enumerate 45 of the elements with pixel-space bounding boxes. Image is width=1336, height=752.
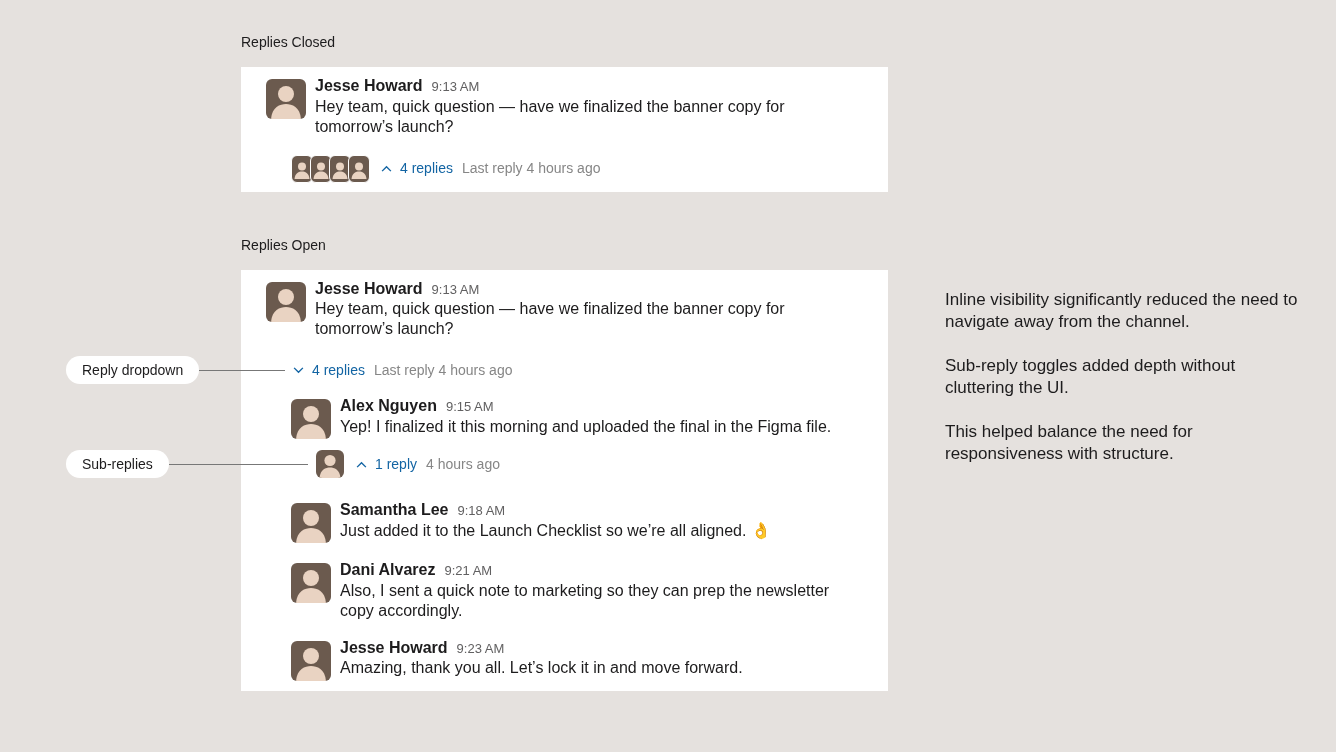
timestamp: 9:21 AM bbox=[444, 562, 493, 580]
last-reply-text: 4 hours ago bbox=[426, 454, 500, 474]
avatar bbox=[291, 640, 331, 681]
callout-label: Sub-replies bbox=[66, 450, 169, 478]
avatar bbox=[329, 154, 351, 183]
message-text: Yep! I finalized it this morning and uploaded the final in the Figma file. bbox=[340, 416, 832, 437]
note-text: Sub-reply toggles added depth without cluttering the UI. bbox=[945, 355, 1237, 399]
timestamp: 9:15 AM bbox=[445, 398, 494, 416]
chevron-up-icon bbox=[381, 165, 392, 172]
avatar bbox=[291, 563, 331, 603]
author-name: Samantha Lee bbox=[340, 500, 449, 520]
message-text: Also, I sent a quick note to marketing so they can prep the newsletter copy accordingly. bbox=[340, 580, 831, 621]
avatar bbox=[316, 450, 344, 478]
avatar bbox=[291, 399, 331, 439]
message-text: Amazing, thank you all. Let’s lock it in and move forward. bbox=[340, 658, 743, 678]
message-text: Just added it to the Launch Checklist so we’re all aligned. 👌 bbox=[340, 520, 771, 541]
timestamp: 9:13 AM bbox=[431, 78, 480, 96]
last-reply-text: Last reply 4 hours ago bbox=[373, 360, 513, 380]
avatar bbox=[291, 503, 331, 543]
avatar bbox=[291, 154, 313, 183]
chevron-up-icon bbox=[356, 460, 367, 468]
timestamp: 9:23 AM bbox=[456, 639, 505, 658]
avatar bbox=[310, 154, 332, 183]
avatar bbox=[266, 79, 306, 119]
author-name: Dani Alvarez bbox=[340, 560, 436, 580]
avatar bbox=[348, 154, 370, 183]
author-name: Jesse Howard bbox=[315, 76, 423, 96]
message-text: Hey team, quick question — have we finalized the banner copy for tomorrow’s launch? bbox=[315, 299, 786, 339]
note-text: Inline visibility significantly reduced the need to navigate away from the channel. bbox=[945, 289, 1299, 333]
author-name: Jesse Howard bbox=[315, 278, 423, 299]
message-text: Hey team, quick question — have we finalized the banner copy for tomorrow’s launch? bbox=[315, 96, 786, 137]
timestamp: 9:13 AM bbox=[431, 280, 480, 299]
note-text: This helped balance the need for responsiveness with structure. bbox=[945, 421, 1194, 465]
expand-replies-toggle[interactable]: 1 reply bbox=[356, 453, 418, 475]
timestamp: 9:18 AM bbox=[457, 502, 506, 520]
collapse-replies-toggle[interactable]: 4 replies bbox=[293, 359, 365, 381]
author-name: Alex Nguyen bbox=[340, 396, 437, 416]
section-heading: Replies Closed bbox=[241, 33, 337, 52]
expand-replies-toggle[interactable]: 4 replies bbox=[381, 158, 453, 179]
author-name: Jesse Howard bbox=[340, 637, 448, 658]
chevron-down-icon bbox=[293, 366, 304, 374]
section-heading: Replies Open bbox=[241, 235, 327, 255]
avatar bbox=[266, 281, 306, 322]
last-reply-text: Last reply 4 hours ago bbox=[461, 159, 601, 178]
callout-label: Reply dropdown bbox=[66, 356, 200, 384]
